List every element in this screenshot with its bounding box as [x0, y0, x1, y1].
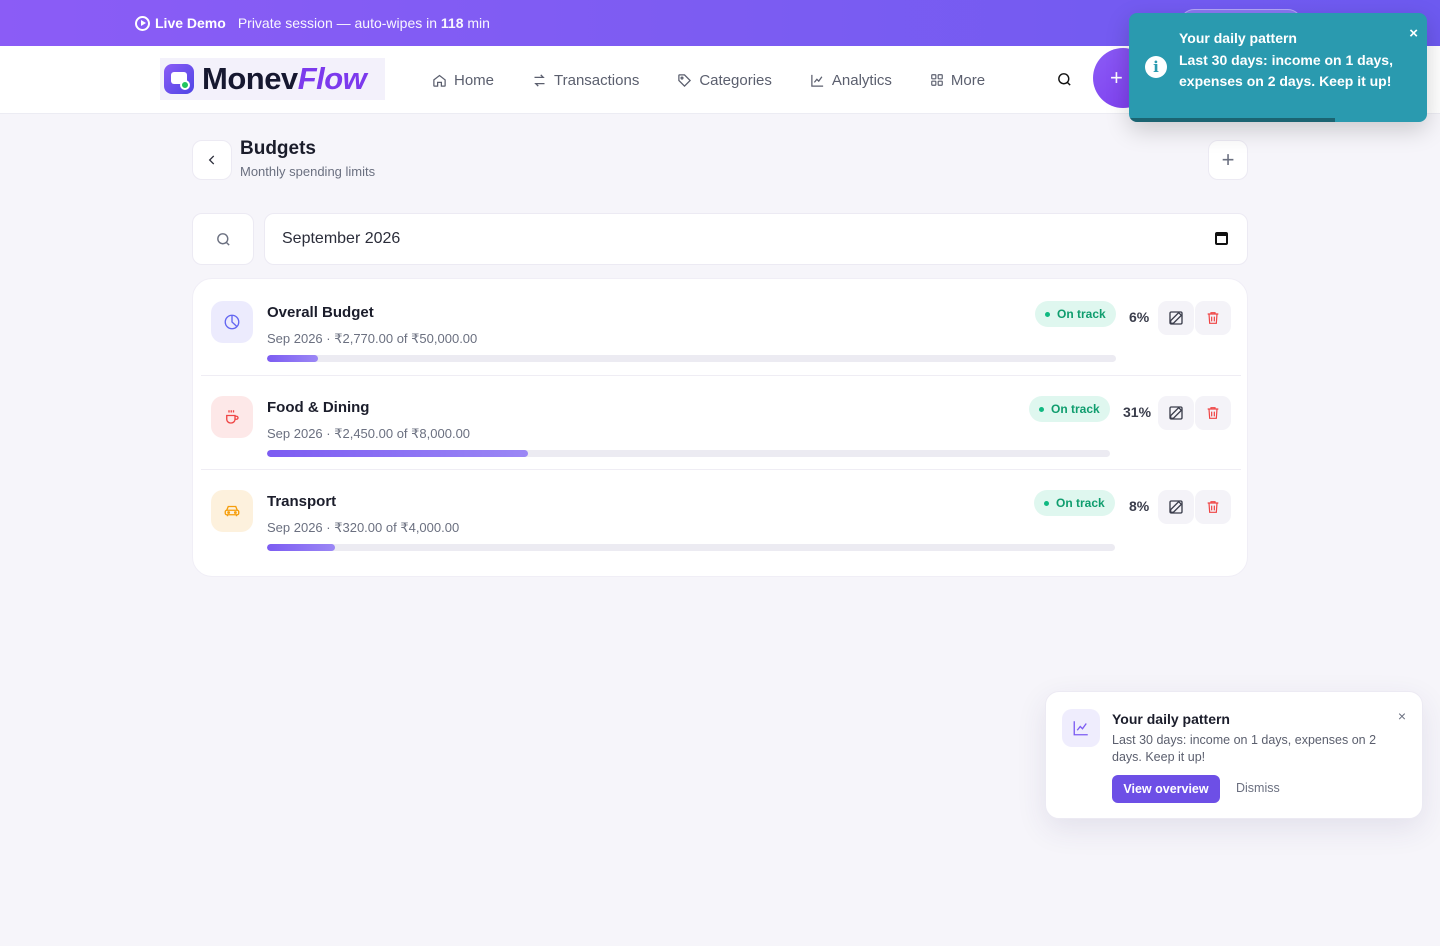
nav-item-label: Categories: [699, 71, 772, 89]
budget-progress-fill: [267, 355, 318, 362]
month-picker-input[interactable]: September 2026: [264, 213, 1248, 265]
status-badge: On track: [1035, 301, 1116, 327]
delete-budget-button[interactable]: [1195, 490, 1231, 524]
brand-logo[interactable]: MonevFlow: [160, 58, 385, 100]
budget-meta: Sep 2026 · ₹2,450.00 of ₹8,000.00: [267, 426, 471, 441]
chart-line-icon: [811, 74, 823, 87]
delete-budget-button[interactable]: [1195, 301, 1231, 335]
trash-icon: [1207, 312, 1219, 324]
chart-line-icon: [1062, 709, 1100, 747]
budget-name: Transport: [267, 493, 337, 510]
budget-row[interactable]: Overall Budget Sep 2026 · ₹2,770.00 of ₹…: [201, 281, 1241, 375]
tag-icon: [678, 73, 692, 87]
page-title: Budgets: [240, 138, 316, 159]
nav-item-transactions[interactable]: Transactions: [532, 72, 639, 89]
delete-budget-button[interactable]: [1195, 396, 1231, 430]
brand-part-1: Monev: [202, 61, 298, 96]
budget-progress-bar: [267, 544, 1115, 551]
search-toggle-button[interactable]: [192, 213, 254, 265]
dismiss-button[interactable]: Dismiss: [1236, 781, 1280, 795]
session-minutes: 118: [440, 15, 464, 31]
search-button[interactable]: [1045, 60, 1083, 98]
budget-meta: Sep 2026 · ₹2,770.00 of ₹50,000.00: [267, 331, 478, 346]
session-prefix: Private session — auto-wipes in: [237, 15, 441, 31]
budget-percent: 31%: [1123, 404, 1152, 420]
session-info: Private session — auto-wipes in 118 min: [238, 15, 490, 31]
add-budget-button[interactable]: +: [1208, 140, 1248, 180]
wallet-logo-icon: [164, 64, 194, 94]
insight-notification: Your daily pattern Last 30 days: income …: [1045, 691, 1423, 819]
notification-message: Last 30 days: income on 1 days, expenses…: [1112, 733, 1377, 764]
pie-chart-icon: [211, 301, 253, 343]
grid-icon: [931, 74, 943, 86]
budget-name: Overall Budget: [267, 304, 374, 321]
edit-budget-button[interactable]: [1158, 301, 1194, 335]
calendar-icon[interactable]: [1215, 232, 1228, 245]
nav-item-analytics[interactable]: Analytics: [810, 72, 892, 89]
nav-item-label: Analytics: [831, 71, 892, 89]
trash-icon: [1207, 407, 1219, 419]
toast-timer-bar: [1129, 118, 1335, 122]
status-badge: On track: [1034, 490, 1115, 516]
chevron-left-icon: [208, 155, 215, 165]
session-suffix: min: [463, 15, 490, 31]
notification-title: Your daily pattern: [1112, 711, 1230, 727]
budget-progress-bar: [267, 355, 1116, 362]
edit-budget-button[interactable]: [1158, 490, 1194, 524]
status-badge: On track: [1029, 396, 1110, 422]
live-demo-label: Live Demo: [155, 15, 226, 31]
nav-item-label: More: [950, 71, 986, 89]
toast-title: Your daily pattern: [1179, 30, 1297, 46]
month-value: September 2026: [282, 230, 401, 247]
edit-icon: [1169, 406, 1183, 420]
budget-progress-fill: [267, 544, 335, 551]
budget-row[interactable]: Transport Sep 2026 · ₹320.00 of ₹4,000.0…: [201, 469, 1241, 563]
close-icon[interactable]: ×: [1398, 708, 1406, 724]
info-icon: i: [1145, 56, 1167, 78]
budget-progress-fill: [267, 450, 529, 457]
page-subtitle: Monthly spending limits: [240, 164, 376, 179]
nav-links: Home Transactions Categories Analytics M…: [432, 46, 1023, 114]
edit-icon: [1169, 311, 1183, 325]
toast-message: Last 30 days: income on 1 days, expenses…: [1179, 52, 1393, 89]
home-icon: [433, 74, 446, 87]
budget-name: Food & Dining: [267, 399, 370, 416]
edit-icon: [1169, 500, 1183, 514]
nav-item-home[interactable]: Home: [432, 72, 494, 89]
view-overview-button[interactable]: View overview: [1112, 775, 1220, 803]
arrows-swap-icon: [534, 73, 545, 87]
search-icon: [216, 232, 230, 246]
coffee-icon: [211, 396, 253, 438]
budget-list: Overall Budget Sep 2026 · ₹2,770.00 of ₹…: [192, 278, 1248, 577]
play-circle-icon: [135, 15, 150, 31]
nav-item-label: Home: [454, 71, 495, 89]
close-icon[interactable]: ×: [1409, 25, 1418, 42]
back-button[interactable]: [192, 140, 232, 180]
budget-percent: 8%: [1129, 498, 1150, 514]
nav-item-label: Transactions: [554, 71, 640, 89]
nav-item-categories[interactable]: Categories: [677, 72, 772, 89]
budget-percent: 6%: [1129, 309, 1150, 325]
info-toast: i Your daily pattern Last 30 days: incom…: [1129, 13, 1427, 122]
brand-part-2: Flow: [297, 61, 367, 96]
budget-progress-bar: [267, 450, 1110, 457]
car-icon: [211, 490, 253, 532]
search-icon: [1057, 72, 1071, 86]
budget-meta: Sep 2026 · ₹320.00 of ₹4,000.00: [267, 520, 460, 535]
edit-budget-button[interactable]: [1158, 396, 1194, 430]
trash-icon: [1207, 501, 1219, 513]
brand-name: MonevFlow: [202, 61, 367, 97]
budget-row[interactable]: Food & Dining Sep 2026 · ₹2,450.00 of ₹8…: [201, 375, 1241, 469]
nav-item-more[interactable]: More: [930, 72, 985, 89]
